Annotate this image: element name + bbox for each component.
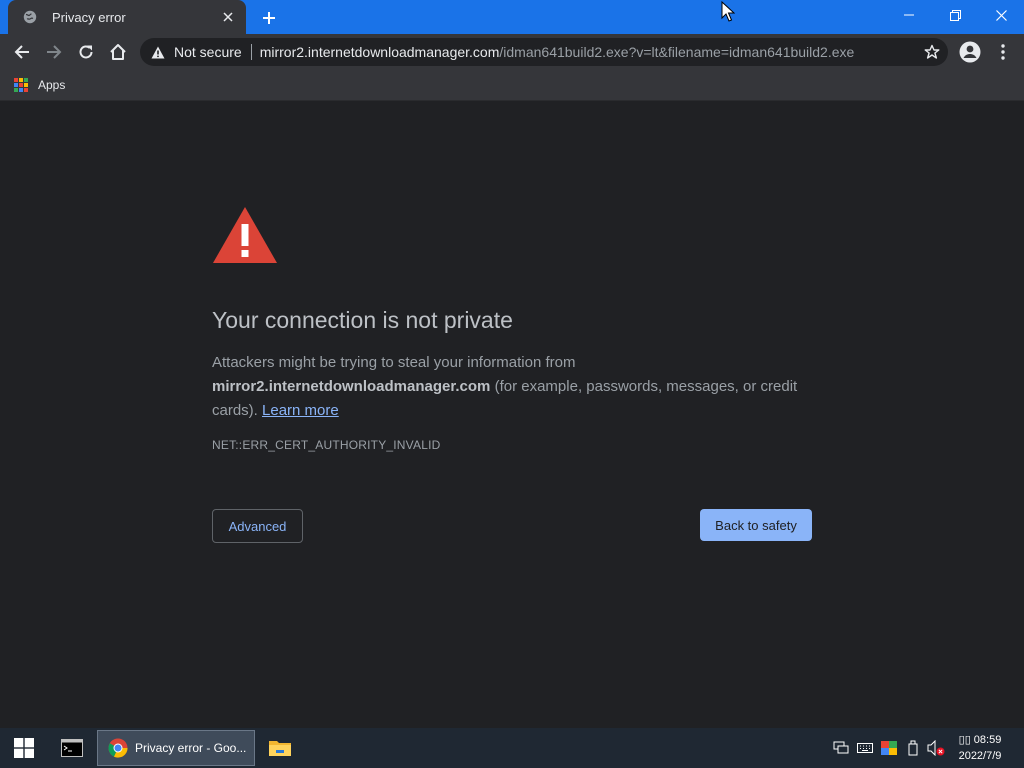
windows-taskbar: Privacy error - Goo... ▯▯ 08:59 2022/7/9 <box>0 728 1024 768</box>
description-intro: Attackers might be trying to steal your … <box>212 354 576 371</box>
error-code[interactable]: NET::ERR_CERT_AUTHORITY_INVALID <box>212 438 440 452</box>
taskbar-chrome-label: Privacy error - Goo... <box>135 741 247 755</box>
tab-privacy-error[interactable]: Privacy error <box>8 0 246 34</box>
forward-arrow-icon[interactable] <box>40 38 68 66</box>
window-close-icon[interactable] <box>978 0 1024 30</box>
tab-title: Privacy error <box>52 9 126 25</box>
back-arrow-icon[interactable] <box>8 38 36 66</box>
kebab-menu-icon[interactable] <box>994 40 1012 64</box>
bookmark-apps[interactable]: Apps <box>14 76 65 94</box>
color-icon[interactable] <box>880 728 898 768</box>
home-icon[interactable] <box>104 38 132 66</box>
browser-toolbar: Not secure mirror2.internetdownloadmanag… <box>0 34 1024 70</box>
reload-icon[interactable] <box>72 38 100 66</box>
omnibox-divider <box>250 44 252 60</box>
description-domain: mirror2.internetdownloadmanager.com <box>212 378 491 395</box>
privacy-error-page: Your connection is not private Attackers… <box>0 101 1024 728</box>
plus-icon[interactable] <box>258 7 280 29</box>
apps-label: Apps <box>38 78 66 92</box>
clock-date: 2022/7/9 <box>958 750 1002 762</box>
warning-triangle-icon[interactable] <box>150 44 166 60</box>
keyboard-icon[interactable] <box>856 728 874 768</box>
clock-time: ▯▯ 08:59 <box>958 734 1002 746</box>
url-path[interactable]: /idman641build2.exe?v=lt&filename=idman6… <box>499 44 854 60</box>
learn-more-link[interactable]: Learn more <box>262 402 339 419</box>
usb-icon[interactable] <box>904 728 922 768</box>
restore-icon[interactable] <box>932 0 978 30</box>
not-secure-label[interactable]: Not secure <box>174 44 242 60</box>
address-bar[interactable]: Not secure mirror2.internetdownloadmanag… <box>140 38 948 66</box>
apps-grid-icon <box>14 78 28 92</box>
terminal-icon[interactable] <box>50 728 94 768</box>
network-icon[interactable] <box>832 728 850 768</box>
mouse-cursor-icon <box>721 1 735 22</box>
windows-logo-icon[interactable] <box>0 728 48 768</box>
account-icon[interactable] <box>958 40 982 64</box>
error-description: Attackers might be trying to steal your … <box>212 351 812 423</box>
volume-muted-icon[interactable] <box>926 728 946 768</box>
minimize-icon[interactable] <box>886 0 932 30</box>
bookmarks-bar: Apps <box>0 70 1024 101</box>
title-bar: Privacy error <box>0 0 1024 34</box>
page-title: Your connection is not private <box>212 307 513 333</box>
warning-triangle-icon <box>213 207 277 263</box>
folder-icon[interactable] <box>258 728 302 768</box>
taskbar-chrome-button[interactable]: Privacy error - Goo... <box>97 730 255 766</box>
system-clock[interactable]: ▯▯ 08:59 2022/7/9 <box>950 732 1010 766</box>
back-to-safety-button[interactable]: Back to safety <box>700 509 812 541</box>
advanced-button[interactable]: Advanced <box>212 509 303 543</box>
url-host[interactable]: mirror2.internetdownloadmanager.com <box>260 44 500 60</box>
globe-icon <box>22 9 38 25</box>
close-icon[interactable] <box>220 9 236 25</box>
chrome-icon <box>108 738 128 758</box>
star-icon[interactable] <box>924 44 940 60</box>
